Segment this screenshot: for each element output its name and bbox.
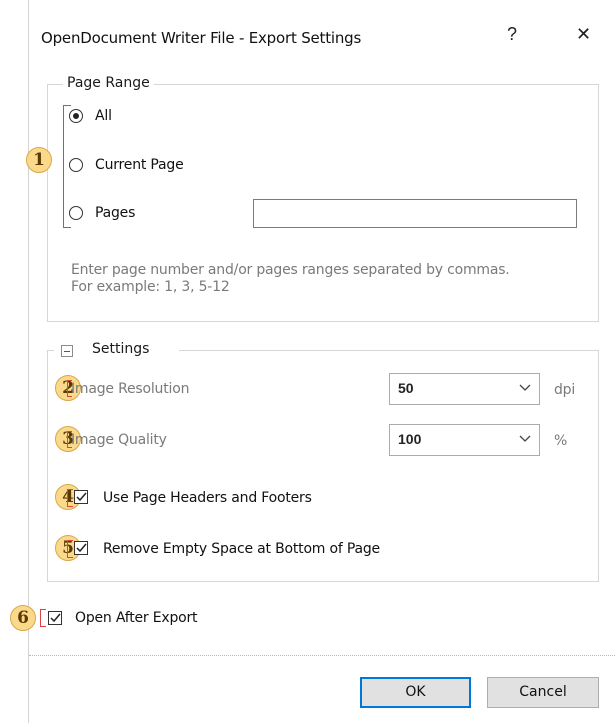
pages-input[interactable] <box>253 199 577 228</box>
callout-badge-1: 1 <box>26 147 52 173</box>
callout-bracket-6 <box>40 609 46 627</box>
callout-bracket-4 <box>67 489 73 507</box>
image-quality-label: Image Quality <box>71 432 167 448</box>
image-resolution-unit: dpi <box>554 382 576 398</box>
page-range-hint-line1: Enter page number and/or pages ranges se… <box>71 262 510 278</box>
settings-legend: Settings <box>88 341 154 357</box>
checkmark-icon <box>76 492 87 502</box>
remove-empty-space-checkbox[interactable] <box>74 541 88 555</box>
checkmark-icon <box>50 613 61 623</box>
chevron-down-icon <box>519 384 531 391</box>
image-resolution-label: Image Resolution <box>71 381 190 397</box>
radio-all-label[interactable]: All <box>95 108 112 124</box>
chevron-down-icon <box>519 435 531 442</box>
page-range-hint-line2: For example: 1, 3, 5-12 <box>71 279 230 295</box>
callout-bracket-5 <box>67 540 73 558</box>
close-button[interactable]: ✕ <box>576 24 591 45</box>
collapse-settings-icon[interactable] <box>61 345 73 357</box>
checkmark-icon <box>76 543 87 553</box>
image-resolution-select[interactable]: 50 <box>389 373 540 405</box>
radio-pages-label[interactable]: Pages <box>95 205 135 221</box>
radio-all[interactable] <box>69 109 83 123</box>
cancel-button[interactable]: Cancel <box>487 677 599 708</box>
dialog-title: OpenDocument Writer File - Export Settin… <box>41 29 362 47</box>
radio-current-page-label[interactable]: Current Page <box>95 157 184 173</box>
remove-empty-space-label[interactable]: Remove Empty Space at Bottom of Page <box>103 541 380 557</box>
open-after-export-label[interactable]: Open After Export <box>75 610 198 626</box>
image-resolution-value: 50 <box>398 380 414 396</box>
open-after-export-checkbox[interactable] <box>48 611 62 625</box>
image-quality-value: 100 <box>398 431 422 447</box>
callout-badge-6: 6 <box>10 605 36 631</box>
page-range-legend: Page Range <box>63 75 154 91</box>
use-headers-footers-label[interactable]: Use Page Headers and Footers <box>103 490 312 506</box>
image-quality-unit: % <box>554 433 568 449</box>
image-quality-select[interactable]: 100 <box>389 424 540 456</box>
help-button[interactable]: ? <box>507 24 517 45</box>
radio-pages[interactable] <box>69 206 83 220</box>
radio-current-page[interactable] <box>69 158 83 172</box>
ok-button[interactable]: OK <box>360 677 471 708</box>
footer-separator <box>29 655 615 656</box>
use-headers-footers-checkbox[interactable] <box>74 490 88 504</box>
